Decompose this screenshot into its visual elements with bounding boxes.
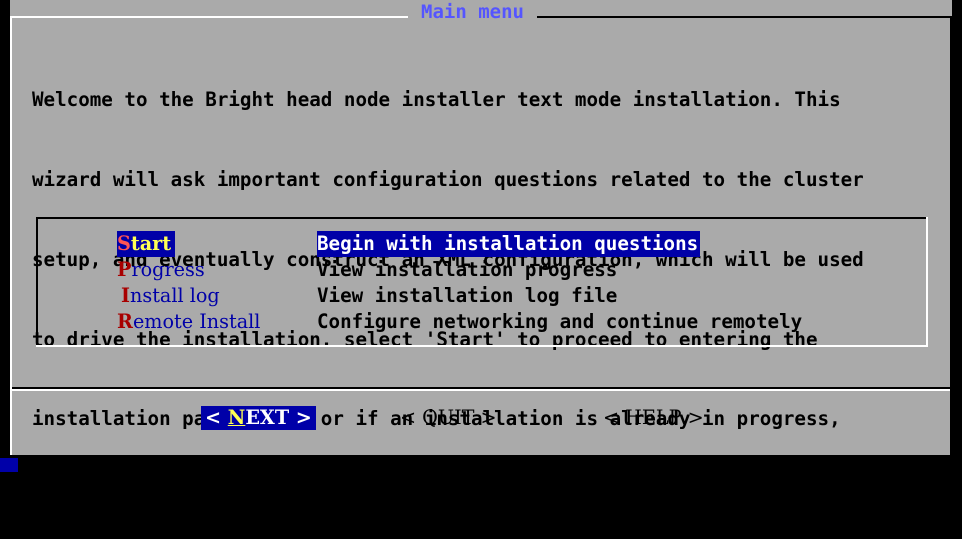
- menu-item-hotkey: P: [117, 258, 132, 281]
- help-button[interactable]: < HELP >: [603, 406, 704, 430]
- menu-box-border-top: [36, 217, 928, 219]
- next-button-rest: EXT: [245, 406, 290, 429]
- menu-item-install-log[interactable]: Install log View installation log file: [0, 283, 962, 309]
- next-button-suffix: >: [289, 406, 312, 429]
- dialog-title: Main menu: [421, 1, 524, 23]
- menu-item-tag: Start: [117, 231, 176, 257]
- background-strip: [0, 458, 18, 472]
- menu-item-progress[interactable]: Progress View installation progress: [0, 257, 962, 283]
- menu-item-description: Begin with installation questions: [317, 231, 701, 257]
- menu-item-tag-rest: emote Install: [132, 310, 261, 333]
- menu-item-remote-install[interactable]: Remote Install Configure networking and …: [0, 309, 962, 335]
- menu-item-tag-rest: nstall log: [129, 284, 220, 307]
- menu-item-tag: Progress: [117, 257, 205, 283]
- menu-box-border-bottom: [36, 345, 928, 347]
- welcome-line: Welcome to the Bright head node installe…: [32, 88, 841, 112]
- menu-item-tag-rest: rogress: [131, 258, 205, 281]
- next-button[interactable]: < NEXT >: [201, 406, 316, 430]
- menu-item-description: Configure networking and continue remote…: [317, 310, 803, 333]
- welcome-line: select 'Progress' to view the installati…: [32, 487, 633, 511]
- menu-item-hotkey: I: [121, 284, 130, 307]
- next-button-hotkey: N: [227, 406, 246, 429]
- menu-item-description: View installation log file: [317, 284, 618, 307]
- menu-item-start[interactable]: Start Begin with installation questions: [0, 231, 962, 257]
- menu-item-tag: Install log: [121, 283, 220, 309]
- dialog-border-top-left: [10, 16, 408, 18]
- menu-item-tag-rest: tart: [130, 232, 172, 255]
- menu-item-description: View installation progress: [317, 258, 618, 281]
- menu-item-tag: Remote Install: [117, 309, 260, 335]
- quit-button[interactable]: < QUIT >: [400, 406, 497, 430]
- dialog-border-top-right: [537, 16, 952, 18]
- menu-item-hotkey: R: [117, 310, 133, 333]
- menu-item-hotkey: S: [117, 232, 131, 255]
- next-button-prefix: <: [205, 406, 228, 429]
- welcome-line: wizard will ask important configuration …: [32, 167, 864, 191]
